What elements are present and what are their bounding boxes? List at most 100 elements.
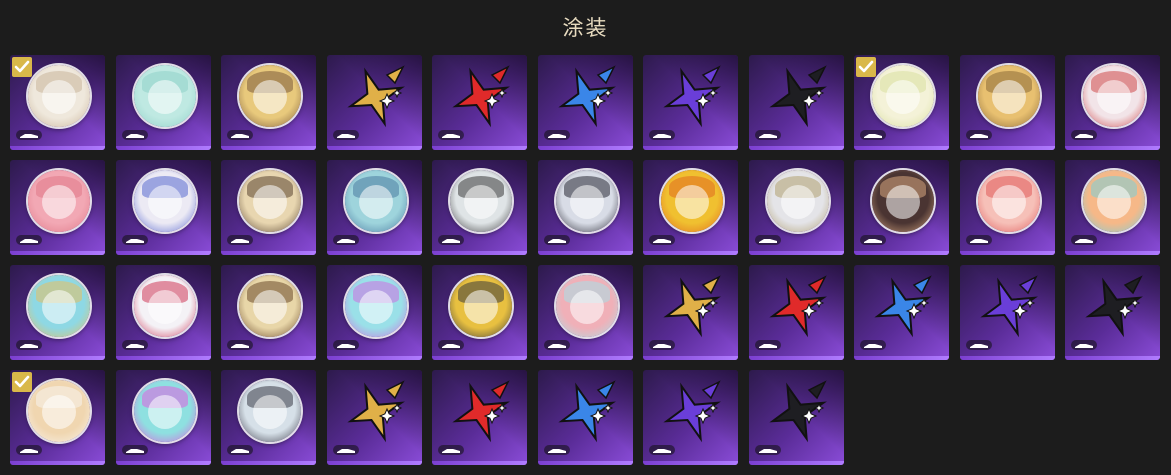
skin-portrait-icon xyxy=(977,170,1040,232)
skin-tile[interactable] xyxy=(115,265,211,360)
vehicle-badge-icon xyxy=(965,340,992,350)
skin-tile[interactable] xyxy=(537,160,633,255)
skin-tile[interactable] xyxy=(115,160,211,255)
skin-portrait-icon xyxy=(28,65,90,127)
skin-tile[interactable] xyxy=(854,55,949,150)
vehicle-badge-icon xyxy=(438,235,464,245)
skin-tile[interactable] xyxy=(10,160,105,255)
vehicle-badge-icon xyxy=(121,340,148,350)
vehicle-badge-icon xyxy=(227,340,253,350)
skin-tile[interactable] xyxy=(748,160,844,255)
skin-tile[interactable] xyxy=(221,55,316,150)
star-emblem-icon xyxy=(452,380,510,443)
star-emblem-icon xyxy=(557,380,616,443)
star-emblem-icon xyxy=(874,275,932,338)
skin-portrait-icon xyxy=(766,170,829,232)
vehicle-badge-icon xyxy=(1071,235,1097,245)
skin-tile[interactable] xyxy=(326,370,422,465)
skin-tile[interactable] xyxy=(959,160,1055,255)
skin-tile[interactable] xyxy=(854,160,949,255)
star-emblem-icon xyxy=(346,380,405,443)
skin-tile[interactable] xyxy=(643,55,738,150)
vehicle-badge-icon xyxy=(438,130,464,140)
vehicle-badge-icon xyxy=(965,130,992,140)
vehicle-badge-icon xyxy=(860,130,886,140)
skin-portrait-icon xyxy=(28,170,90,232)
skin-tile[interactable] xyxy=(432,265,527,360)
vehicle-badge-icon xyxy=(649,445,675,455)
vehicle-badge-icon xyxy=(543,235,570,245)
star-emblem-icon xyxy=(979,275,1038,338)
skin-tile[interactable] xyxy=(643,160,738,255)
vehicle-badge-icon xyxy=(860,235,886,245)
skin-tile[interactable] xyxy=(10,265,105,360)
skin-tile[interactable] xyxy=(432,160,527,255)
skin-tile[interactable] xyxy=(10,370,105,465)
vehicle-badge-icon xyxy=(543,445,570,455)
skin-portrait-icon xyxy=(977,65,1040,127)
vehicle-badge-icon xyxy=(16,445,42,455)
skin-portrait-icon xyxy=(450,275,512,337)
skin-tile[interactable] xyxy=(221,265,316,360)
vehicle-badge-icon xyxy=(227,445,253,455)
vehicle-badge-icon xyxy=(438,445,464,455)
skin-portrait-icon xyxy=(239,380,301,442)
star-emblem-icon xyxy=(663,275,721,338)
skin-tile[interactable] xyxy=(959,265,1055,360)
vehicle-badge-icon xyxy=(1071,130,1097,140)
skin-tile[interactable] xyxy=(643,370,738,465)
vehicle-badge-icon xyxy=(16,235,42,245)
skin-portrait-icon xyxy=(555,275,618,337)
skin-tile[interactable] xyxy=(221,160,316,255)
skin-tile[interactable] xyxy=(432,370,527,465)
skin-tile[interactable] xyxy=(537,55,633,150)
skin-tile[interactable] xyxy=(854,265,949,360)
skin-portrait-icon xyxy=(872,170,934,232)
vehicle-badge-icon xyxy=(16,130,42,140)
star-emblem-icon xyxy=(557,65,616,128)
skin-portrait-icon xyxy=(1083,170,1145,232)
skin-tile[interactable] xyxy=(1065,160,1160,255)
page-title: 涂装 xyxy=(562,16,609,40)
skin-tile[interactable] xyxy=(326,160,422,255)
vehicle-badge-icon xyxy=(227,130,253,140)
vehicle-badge-icon xyxy=(543,130,570,140)
vehicle-badge-icon xyxy=(16,340,42,350)
skin-tile[interactable] xyxy=(748,370,844,465)
skin-portrait-icon xyxy=(555,170,618,232)
vehicle-badge-icon xyxy=(543,340,570,350)
skin-tile[interactable] xyxy=(221,370,316,465)
skin-portrait-icon xyxy=(133,380,196,442)
skin-tile[interactable] xyxy=(643,265,738,360)
skin-tile[interactable] xyxy=(10,55,105,150)
vehicle-badge-icon xyxy=(649,130,675,140)
skin-portrait-icon xyxy=(872,65,934,127)
skin-tile[interactable] xyxy=(537,265,633,360)
skin-tile[interactable] xyxy=(432,55,527,150)
skin-tile[interactable] xyxy=(326,55,422,150)
skin-portrait-icon xyxy=(28,275,90,337)
vehicle-badge-icon xyxy=(121,445,148,455)
skin-portrait-icon xyxy=(1083,65,1145,127)
selected-check-icon xyxy=(12,372,32,392)
vehicle-badge-icon xyxy=(965,235,992,245)
skin-tile[interactable] xyxy=(959,55,1055,150)
skin-portrait-icon xyxy=(661,170,723,232)
skin-portrait-icon xyxy=(133,275,196,337)
skin-tile[interactable] xyxy=(326,265,422,360)
skin-tile[interactable] xyxy=(1065,55,1160,150)
skin-tile[interactable] xyxy=(748,265,844,360)
vehicle-badge-icon xyxy=(754,340,781,350)
skin-tile[interactable] xyxy=(1065,265,1160,360)
star-emblem-icon xyxy=(663,380,721,443)
star-emblem-icon xyxy=(1085,275,1143,338)
vehicle-badge-icon xyxy=(754,235,781,245)
skin-grid xyxy=(10,55,1160,465)
skin-tile[interactable] xyxy=(115,55,211,150)
skin-tile[interactable] xyxy=(537,370,633,465)
vehicle-badge-icon xyxy=(754,445,781,455)
star-emblem-icon xyxy=(768,275,827,338)
star-emblem-icon xyxy=(663,65,721,128)
skin-tile[interactable] xyxy=(115,370,211,465)
skin-tile[interactable] xyxy=(748,55,844,150)
